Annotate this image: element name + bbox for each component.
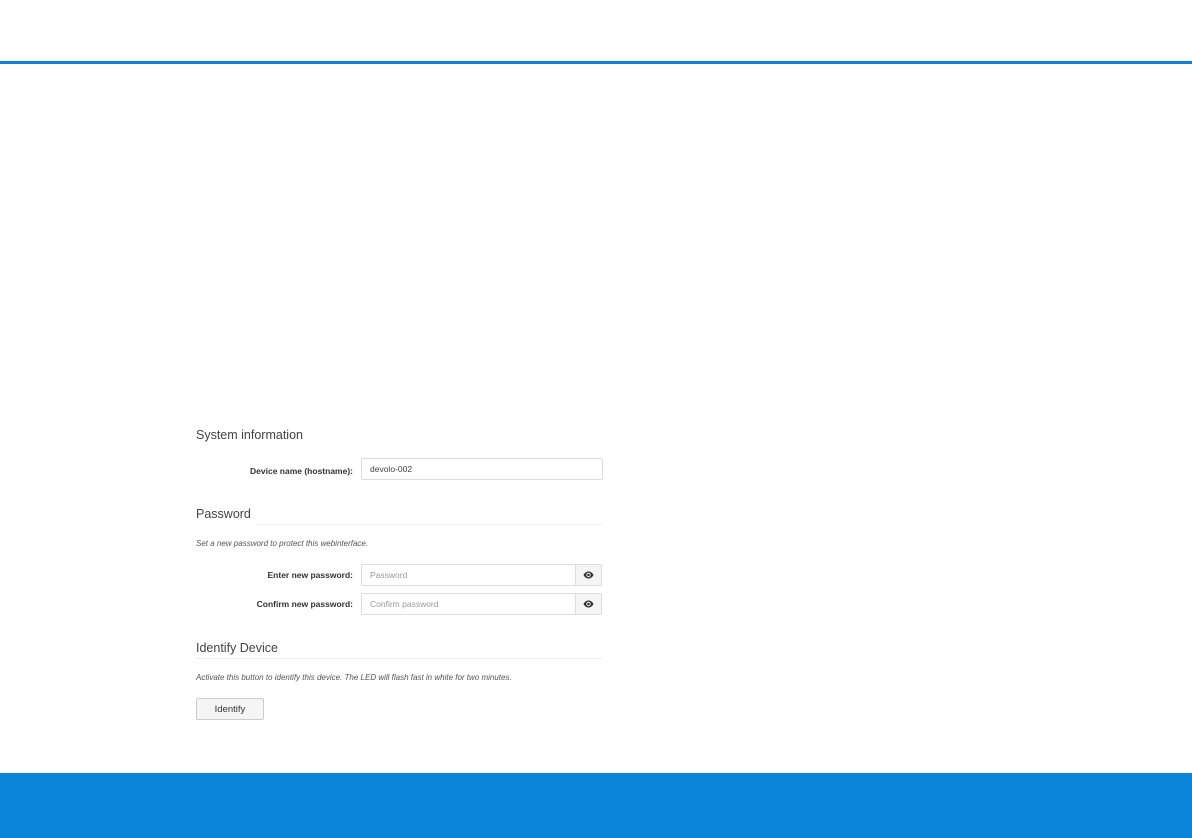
password-title: Password — [196, 507, 251, 521]
eye-icon — [583, 571, 594, 579]
device-name-label: Device name (hostname): — [250, 466, 353, 476]
new-password-input[interactable] — [361, 564, 576, 586]
identify-button[interactable]: Identify — [196, 698, 264, 720]
system-information-title: System information — [196, 428, 303, 442]
confirm-password-label: Confirm new password: — [256, 599, 353, 609]
password-hint: Set a new password to protect this webin… — [196, 539, 369, 548]
identify-hint: Activate this button to identify this de… — [196, 673, 512, 682]
device-name-input[interactable] — [361, 458, 603, 480]
footer-band — [0, 773, 1192, 838]
new-password-label: Enter new password: — [267, 570, 354, 580]
show-confirm-password-button[interactable] — [575, 593, 602, 615]
header-accent-line — [0, 61, 1192, 64]
confirm-password-input[interactable] — [361, 593, 576, 615]
identify-section-divider — [196, 658, 602, 659]
show-new-password-button[interactable] — [575, 564, 602, 586]
identify-device-title: Identify Device — [196, 641, 278, 655]
password-section-divider — [256, 524, 602, 525]
eye-icon — [583, 600, 594, 608]
